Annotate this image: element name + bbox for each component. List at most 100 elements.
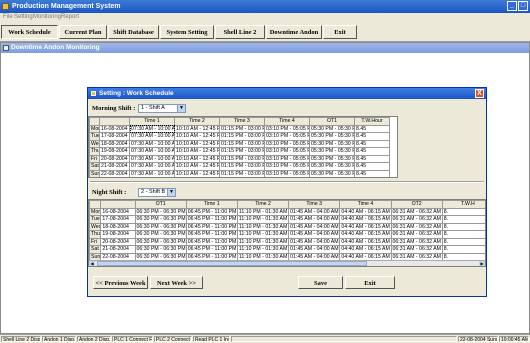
time-cell[interactable]: 07:30 AM - 10:00 AM bbox=[129, 124, 175, 133]
menu-setting[interactable]: Setting bbox=[14, 14, 33, 20]
time-cell[interactable]: 11:10 PM - 01:30 AM bbox=[236, 245, 290, 254]
time-cell[interactable]: 06:45 PM - 11:00 PM bbox=[185, 222, 238, 231]
time-cell[interactable]: 07:30 AM - 10:00 AM bbox=[129, 162, 175, 171]
time-cell[interactable]: 06:45 PM - 11:00 PM bbox=[185, 215, 238, 224]
time-cell[interactable]: 06:45 PM - 11:00 PM bbox=[185, 230, 238, 239]
system-setting-button[interactable]: System Setting bbox=[160, 25, 214, 39]
time-cell[interactable]: 03:10 PM - 05:05 PM bbox=[264, 139, 310, 148]
time-cell[interactable]: 07:30 AM - 10:00 AM bbox=[129, 169, 175, 177]
time-cell[interactable]: 06:30 PM - 06:30 PM bbox=[134, 215, 187, 224]
time-cell[interactable]: 01:15 PM - 03:00 PM bbox=[219, 124, 265, 133]
minimize-icon[interactable]: _ bbox=[507, 1, 517, 11]
time-cell[interactable]: 06:30 PM - 06:30 PM bbox=[134, 245, 187, 254]
time-cell[interactable]: 8. bbox=[441, 230, 485, 239]
exit-dialog-button[interactable]: Exit bbox=[345, 276, 395, 289]
time-cell[interactable]: 11:10 PM - 01:30 AM bbox=[236, 237, 290, 246]
table-row[interactable]: Sat21-08-200407:30 AM - 10:00 AM10:10 AM… bbox=[89, 162, 390, 171]
time-cell[interactable]: 05:30 PM - 05:30 PM bbox=[309, 169, 355, 177]
time-cell[interactable]: 03:10 PM - 05:05 PM bbox=[264, 169, 310, 177]
table-row[interactable]: Thu 19-08-2004 06:30 PM - 06:30 PM 06:45 PM… bbox=[89, 230, 485, 239]
time-cell[interactable]: 11:10 PM - 01:30 AM bbox=[236, 222, 290, 231]
time-cell[interactable]: 06:30 PM - 06:30 PM bbox=[134, 230, 187, 239]
time-cell[interactable]: 06:31 AM - 06:32 AM bbox=[390, 222, 443, 231]
time-cell[interactable]: 8. bbox=[441, 222, 485, 231]
time-cell[interactable]: 11:10 PM - 01:30 AM bbox=[236, 230, 290, 239]
time-cell[interactable]: 01:15 PM - 03:00 PM bbox=[219, 132, 265, 141]
work-schedule-button[interactable]: Work Schedule bbox=[1, 25, 58, 39]
time-cell[interactable]: 07:30 AM - 10:00 AM bbox=[129, 132, 175, 141]
time-cell[interactable]: 04:40 AM - 06:15 AM bbox=[339, 222, 392, 231]
close-icon[interactable]: X bbox=[475, 89, 484, 98]
time-cell[interactable]: 06:31 AM - 06:32 AM bbox=[390, 245, 443, 254]
morning-shift-select[interactable]: 1 - Shift A ▼ bbox=[138, 104, 186, 113]
time-cell[interactable]: 10:10 AM - 12:45 PM bbox=[174, 169, 220, 177]
time-cell[interactable]: 8. bbox=[441, 245, 485, 254]
time-cell[interactable]: 8. bbox=[441, 207, 485, 216]
time-cell[interactable]: 05:30 PM - 05:30 PM bbox=[309, 162, 355, 171]
time-cell[interactable]: 07:30 AM - 10:00 AM bbox=[129, 154, 175, 163]
scroll-left-icon[interactable]: ◀ bbox=[89, 261, 95, 266]
time-cell[interactable]: 07:30 AM - 10:00 AM bbox=[129, 147, 175, 156]
shell-line-2-button[interactable]: Shell Line 2 bbox=[215, 25, 265, 39]
time-cell[interactable]: 07:30 AM - 10:00 AM bbox=[129, 139, 175, 148]
exit-button[interactable]: Exit bbox=[323, 25, 357, 39]
time-cell[interactable]: 8.45 bbox=[354, 124, 390, 133]
table-row[interactable]: Tue 17-08-2004 06:30 PM - 06:30 PM 06:45 PM… bbox=[89, 215, 485, 224]
time-cell[interactable]: 01:45 AM - 04:00 AM bbox=[288, 207, 341, 216]
chevron-down-icon[interactable]: ▼ bbox=[167, 189, 175, 196]
time-cell[interactable]: 03:10 PM - 05:05 PM bbox=[264, 162, 310, 171]
time-cell[interactable]: 05:30 PM - 05:30 PM bbox=[309, 154, 355, 163]
time-cell[interactable]: 11:10 PM - 01:30 AM bbox=[236, 215, 290, 224]
time-cell[interactable]: 03:10 PM - 05:05 PM bbox=[264, 154, 310, 163]
time-cell[interactable]: 06:30 PM - 06:30 PM bbox=[134, 207, 187, 216]
time-cell[interactable]: 06:30 PM - 06:30 PM bbox=[134, 222, 187, 231]
table-row[interactable]: Fri20-08-200407:30 AM - 10:00 AM10:10 AM… bbox=[89, 154, 390, 163]
horizontal-scrollbar[interactable]: ◀ ▶ bbox=[89, 260, 485, 266]
time-cell[interactable]: 10:10 AM - 12:45 PM bbox=[174, 162, 220, 171]
time-cell[interactable]: 8.45 bbox=[354, 147, 390, 156]
time-cell[interactable]: 10:10 AM - 12:45 PM bbox=[174, 154, 220, 163]
downtime-andon-button[interactable]: Downtime Andon bbox=[266, 25, 322, 39]
time-cell[interactable]: 01:15 PM - 03:00 PM bbox=[219, 162, 265, 171]
time-cell[interactable]: 06:45 PM - 11:00 PM bbox=[185, 245, 238, 254]
time-cell[interactable]: 04:40 AM - 06:15 AM bbox=[339, 207, 392, 216]
time-cell[interactable]: 04:40 AM - 06:15 AM bbox=[339, 237, 392, 246]
time-cell[interactable]: 04:40 AM - 06:15 AM bbox=[339, 245, 392, 254]
scroll-right-icon[interactable]: ▶ bbox=[479, 261, 485, 266]
time-cell[interactable]: 01:15 PM - 03:00 PM bbox=[219, 147, 265, 156]
time-cell[interactable]: 06:31 AM - 06:32 AM bbox=[390, 207, 443, 216]
time-cell[interactable]: 01:15 PM - 03:00 PM bbox=[219, 169, 265, 177]
previous-week-button[interactable]: << Previous Week bbox=[93, 276, 148, 289]
time-cell[interactable]: 8.45 bbox=[354, 169, 390, 177]
time-cell[interactable]: 01:45 AM - 04:00 AM bbox=[288, 245, 341, 254]
save-button[interactable]: Save bbox=[298, 276, 343, 289]
time-cell[interactable]: 03:10 PM - 05:05 PM bbox=[264, 124, 310, 133]
time-cell[interactable]: 11:10 PM - 01:30 AM bbox=[236, 207, 290, 216]
time-cell[interactable]: 06:31 AM - 06:32 AM bbox=[390, 215, 443, 224]
table-row[interactable]: Sat 21-08-2004 06:30 PM - 06:30 PM 06:45 PM… bbox=[89, 245, 485, 254]
table-row[interactable]: Thu19-08-200407:30 AM - 10:00 AM10:10 AM… bbox=[89, 147, 390, 156]
time-cell[interactable]: 01:45 AM - 04:00 AM bbox=[288, 230, 341, 239]
table-row[interactable]: Wed 18-08-2004 06:30 PM - 06:30 PM 06:45 PM… bbox=[89, 222, 485, 231]
time-cell[interactable]: 04:40 AM - 06:15 AM bbox=[339, 215, 392, 224]
time-cell[interactable]: 03:10 PM - 05:05 PM bbox=[264, 132, 310, 141]
time-cell[interactable]: 10:10 AM - 12:45 PM bbox=[174, 147, 220, 156]
time-cell[interactable]: 01:45 AM - 04:00 AM bbox=[288, 215, 341, 224]
table-row[interactable]: Mon 16-08-2004 06:30 PM - 06:30 PM 06:45 PM… bbox=[89, 207, 485, 216]
time-cell[interactable]: 06:31 AM - 06:32 AM bbox=[390, 237, 443, 246]
shift-database-button[interactable]: Shift Database bbox=[108, 25, 159, 39]
time-cell[interactable]: 10:10 AM - 12:45 PM bbox=[174, 124, 220, 133]
table-row[interactable]: Tue17-08-200407:30 AM - 10:00 AM10:10 AM… bbox=[89, 132, 390, 141]
time-cell[interactable]: 8.45 bbox=[354, 162, 390, 171]
time-cell[interactable]: 10:10 AM - 12:45 PM bbox=[174, 132, 220, 141]
menu-monitoring[interactable]: Monitoring bbox=[33, 14, 61, 20]
table-row[interactable]: Fri 20-08-2004 06:30 PM - 06:30 PM 06:45 PM… bbox=[89, 237, 485, 246]
time-cell[interactable]: 8.45 bbox=[354, 132, 390, 141]
time-cell[interactable]: 05:30 PM - 05:30 PM bbox=[309, 139, 355, 148]
chevron-down-icon[interactable]: ▼ bbox=[177, 105, 185, 112]
time-cell[interactable]: 10:10 AM - 12:45 PM bbox=[174, 139, 220, 148]
time-cell[interactable]: 01:45 AM - 04:00 AM bbox=[288, 237, 341, 246]
time-cell[interactable]: 8.45 bbox=[354, 139, 390, 148]
night-shift-select[interactable]: 2 - Shift B ▼ bbox=[138, 188, 176, 197]
menu-report[interactable]: Report bbox=[61, 14, 79, 20]
